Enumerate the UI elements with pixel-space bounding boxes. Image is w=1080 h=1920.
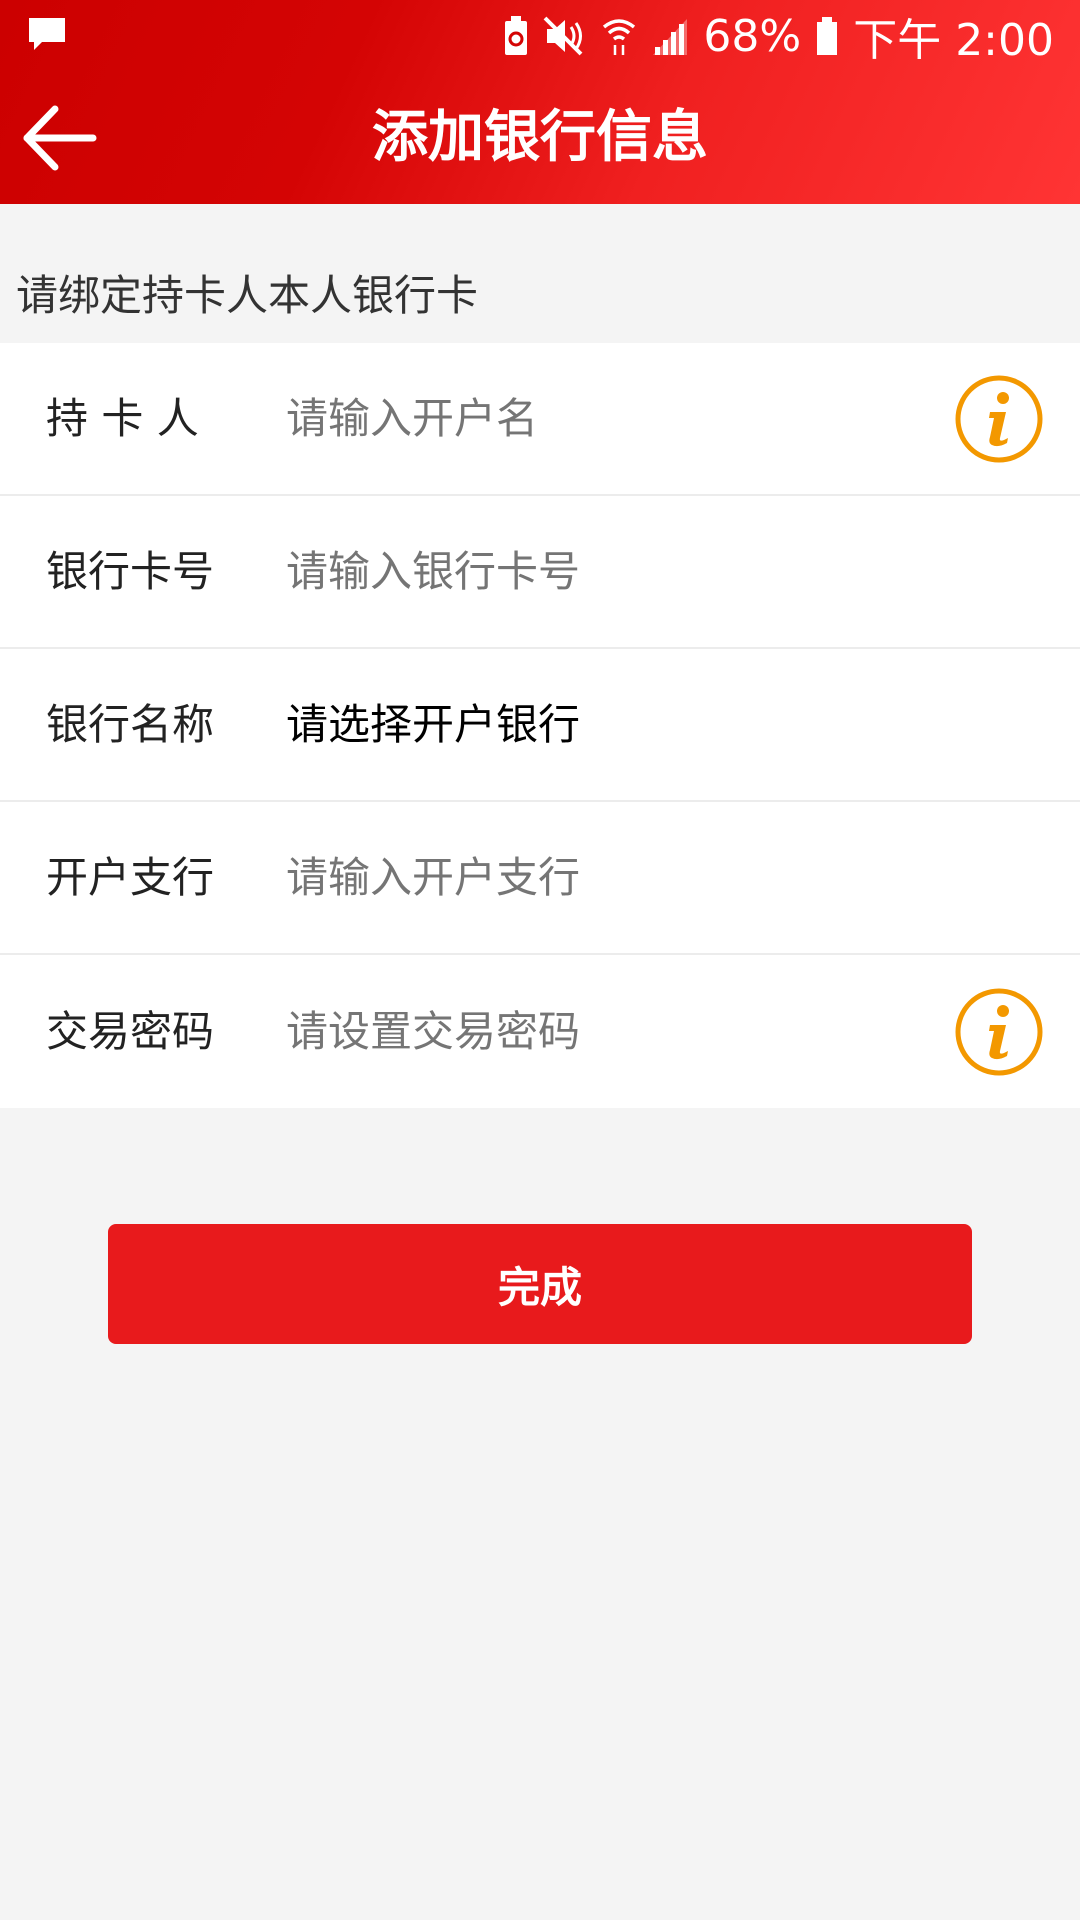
card-number-row: 银行卡号 — [0, 496, 1080, 649]
trade-password-input[interactable] — [286, 1003, 926, 1060]
card-number-input[interactable] — [286, 543, 926, 600]
submit-button[interactable]: 完成 — [108, 1224, 972, 1344]
battery-percent: 68% — [703, 10, 802, 62]
wifi-icon — [603, 19, 636, 55]
bank-name-label: 银行名称 — [46, 699, 215, 749]
cardholder-label: 持 卡 人 — [46, 393, 199, 443]
cardholder-info-icon[interactable] — [954, 374, 1044, 464]
branch-label: 开户支行 — [46, 852, 215, 902]
bind-hint: 请绑定持卡人本人银行卡 — [16, 271, 479, 320]
signal-icon — [653, 19, 688, 55]
page-title: 添加银行信息 — [372, 105, 708, 170]
bank-name-select[interactable]: 请选择开户银行 — [286, 697, 926, 753]
branch-row: 开户支行 — [0, 802, 1080, 955]
battery-saver-icon — [505, 16, 528, 55]
trade-password-row: 交易密码 — [0, 955, 1080, 1108]
trade-password-info-icon[interactable] — [954, 987, 1044, 1077]
bank-form: 持 卡 人 银行卡号 银行名称 请选择开户银行 开户支行 交易密码 — [0, 343, 1080, 1108]
app-header: 68% 下午 2:00 添加银行信息 — [0, 0, 1080, 204]
message-icon — [29, 18, 65, 50]
trade-password-label: 交易密码 — [46, 1006, 215, 1056]
branch-input[interactable] — [286, 849, 926, 906]
cardholder-row: 持 卡 人 — [0, 343, 1080, 496]
clock: 下午 2:00 — [853, 15, 1054, 66]
status-bar: 68% 下午 2:00 — [0, 0, 1080, 72]
cardholder-input[interactable] — [286, 390, 926, 447]
bank-name-row[interactable]: 银行名称 请选择开户银行 — [0, 649, 1080, 802]
status-icons: 68% 下午 2:00 — [503, 8, 1054, 66]
nav-bar: 添加银行信息 — [0, 72, 1080, 204]
mute-icon — [543, 16, 583, 56]
card-number-label: 银行卡号 — [46, 546, 215, 596]
battery-icon — [817, 17, 838, 55]
